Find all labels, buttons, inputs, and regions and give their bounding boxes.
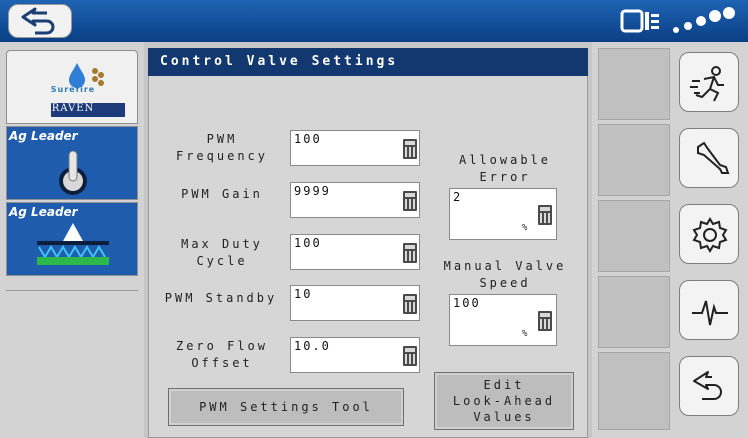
unit-label: % xyxy=(522,329,530,339)
diagnostics-button[interactable] xyxy=(679,280,739,340)
pwm-settings-tool-button[interactable]: PWM Settings Tool xyxy=(168,388,404,426)
allowable-error-field[interactable]: 2 % xyxy=(449,188,557,240)
calculator-icon[interactable] xyxy=(403,191,417,211)
label-line: Zero Flow xyxy=(175,339,269,353)
pwm-gain-label: PWM Gain xyxy=(181,187,263,201)
empty-cell xyxy=(598,48,670,120)
label-line: Cycle xyxy=(196,254,248,268)
manual-valve-speed-field[interactable]: 100 % xyxy=(449,294,557,346)
unit-label: % xyxy=(522,223,530,233)
pwm-gain-field[interactable]: 9999 xyxy=(290,182,420,218)
back-arrow-icon xyxy=(693,371,722,400)
calculator-icon[interactable] xyxy=(538,311,552,331)
back-arrow-icon xyxy=(21,7,55,35)
manual-valve-speed-value: 100 xyxy=(453,296,481,310)
zero-flow-offset-field[interactable]: 10.0 xyxy=(290,337,420,373)
product-button-agleader-switch[interactable]: Ag Leader xyxy=(6,126,138,200)
settings-button[interactable] xyxy=(679,204,739,264)
pwm-frequency-value: 100 xyxy=(294,132,322,146)
max-duty-cycle-label: Max Duty Cycle xyxy=(160,236,284,270)
allowable-error-label: Allowable Error xyxy=(440,152,570,186)
calculator-icon[interactable] xyxy=(403,139,417,159)
calculator-icon[interactable] xyxy=(403,346,417,366)
allowable-error-value: 2 xyxy=(453,190,463,204)
max-duty-cycle-field[interactable]: 100 xyxy=(290,234,420,270)
module-icon xyxy=(620,9,659,33)
pwm-gain-value: 9999 xyxy=(294,184,331,198)
pwm-standby-field[interactable]: 10 xyxy=(290,285,420,321)
tools-button[interactable] xyxy=(679,128,739,188)
manual-valve-speed-label: Manual Valve Speed xyxy=(430,258,580,292)
waveform-icon xyxy=(692,300,728,326)
zero-flow-offset-label: Zero Flow Offset xyxy=(160,338,284,372)
calculator-icon[interactable] xyxy=(403,243,417,263)
empty-cell xyxy=(598,200,670,272)
gear-icon xyxy=(692,217,728,253)
pwm-standby-value: 10 xyxy=(294,287,313,301)
edit-look-ahead-button[interactable]: Edit Look-Ahead Values xyxy=(434,372,574,430)
empty-cell xyxy=(598,276,670,348)
run-button[interactable] xyxy=(679,52,739,112)
product-button-agleader-boom[interactable]: Ag Leader xyxy=(6,202,138,276)
calculator-icon[interactable] xyxy=(403,294,417,314)
label-line: PWM xyxy=(206,132,238,146)
button-line: Values xyxy=(473,410,535,424)
calculator-icon[interactable] xyxy=(538,205,552,225)
sprayer-boom-icon xyxy=(37,223,109,265)
running-person-icon xyxy=(690,66,724,102)
pwm-frequency-field[interactable]: 100 xyxy=(290,130,420,166)
empty-cell xyxy=(598,352,670,430)
label-line: Speed xyxy=(479,276,531,290)
zero-flow-offset-value: 10.0 xyxy=(294,339,331,353)
label-line: Error xyxy=(479,170,531,184)
max-duty-cycle-value: 100 xyxy=(294,236,322,250)
wrench-icon xyxy=(697,141,730,174)
page-title: Control Valve Settings xyxy=(148,48,588,76)
label-line: Allowable xyxy=(458,153,552,167)
label-line: Frequency xyxy=(175,149,269,163)
label-line: Max Duty xyxy=(181,237,263,251)
pwm-standby-label: PWM Standby xyxy=(164,291,278,305)
button-line: Look-Ahead xyxy=(452,394,556,408)
signal-icon xyxy=(673,7,735,33)
brand-surefire: Surefire xyxy=(50,85,96,94)
button-line: Edit xyxy=(483,378,525,392)
pwm-frequency-label: PWM Frequency xyxy=(160,131,284,165)
back-button-right[interactable] xyxy=(679,356,739,416)
list-divider xyxy=(6,290,138,291)
status-icons xyxy=(620,6,740,36)
brand-raven: RAVEN xyxy=(51,103,95,114)
toggle-switch-icon xyxy=(59,150,87,195)
empty-cell xyxy=(598,124,670,196)
label-line: Offset xyxy=(191,356,253,370)
back-button[interactable] xyxy=(8,4,72,38)
label-line: Manual Valve xyxy=(443,259,567,273)
product-button-surefire[interactable]: Surefire RAVEN xyxy=(6,50,138,124)
